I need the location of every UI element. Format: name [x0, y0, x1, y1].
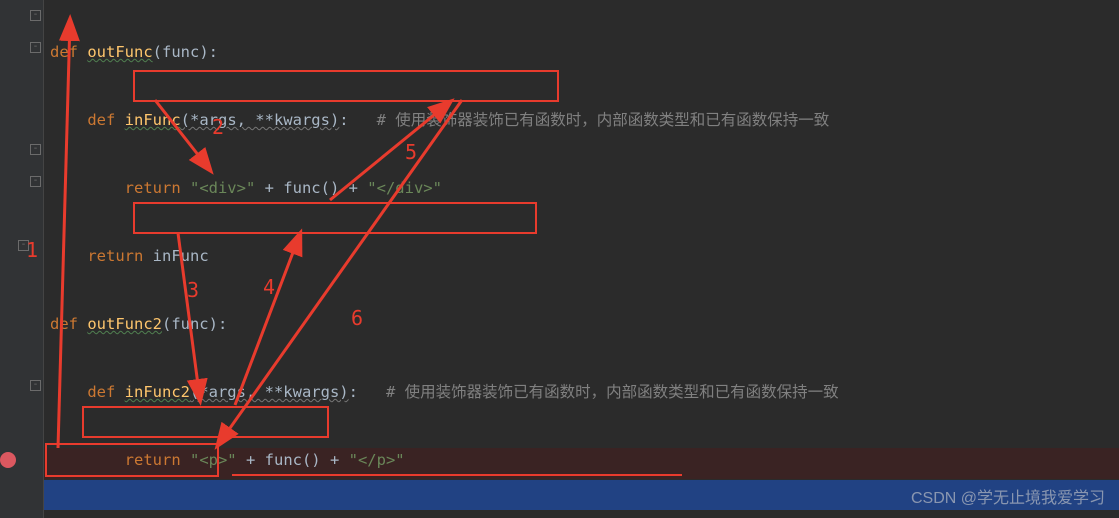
identifier: inFunc [153, 247, 209, 265]
keyword: def [87, 111, 124, 129]
func-name: outFunc [87, 43, 152, 61]
expr: + func() + [237, 451, 349, 469]
fold-icon[interactable]: - [18, 240, 29, 251]
string: "</div>" [367, 179, 442, 197]
params: (*args, **kwargs) [181, 111, 340, 129]
string: "</p>" [349, 451, 405, 469]
fold-icon[interactable]: - [30, 42, 41, 53]
expr: + func() + [255, 179, 367, 197]
keyword: return [87, 247, 152, 265]
func-name: inFunc2 [125, 383, 190, 401]
fold-icon[interactable]: - [30, 144, 41, 155]
colon: : [339, 111, 348, 129]
code-area[interactable]: def outFunc(func): def inFunc(*args, **k… [50, 0, 1119, 518]
string: "<div>" [190, 179, 255, 197]
highlight-underline [232, 474, 682, 476]
breakpoint-icon[interactable] [0, 452, 16, 468]
keyword: def [50, 315, 87, 333]
colon: : [349, 383, 358, 401]
keyword: def [50, 43, 87, 61]
gutter: - - - - - - [0, 0, 44, 518]
fold-icon[interactable]: - [30, 176, 41, 187]
params: (*args, **kwargs) [190, 383, 349, 401]
fold-icon[interactable]: - [30, 380, 41, 391]
string: "<p>" [190, 451, 237, 469]
params: (func): [162, 315, 227, 333]
comment: # 使用装饰器装饰已有函数时，内部函数类型和已有函数保持一致 [358, 383, 839, 401]
keyword: return [125, 179, 190, 197]
watermark: CSDN @学无止境我爱学习 [911, 484, 1105, 508]
comment: # 使用装饰器装饰已有函数时，内部函数类型和已有函数保持一致 [349, 111, 830, 129]
keyword: def [87, 383, 124, 401]
fold-icon[interactable]: - [30, 10, 41, 21]
params: (func): [153, 43, 218, 61]
func-name: inFunc [125, 111, 181, 129]
keyword: return [125, 451, 190, 469]
func-name: outFunc2 [87, 315, 162, 333]
